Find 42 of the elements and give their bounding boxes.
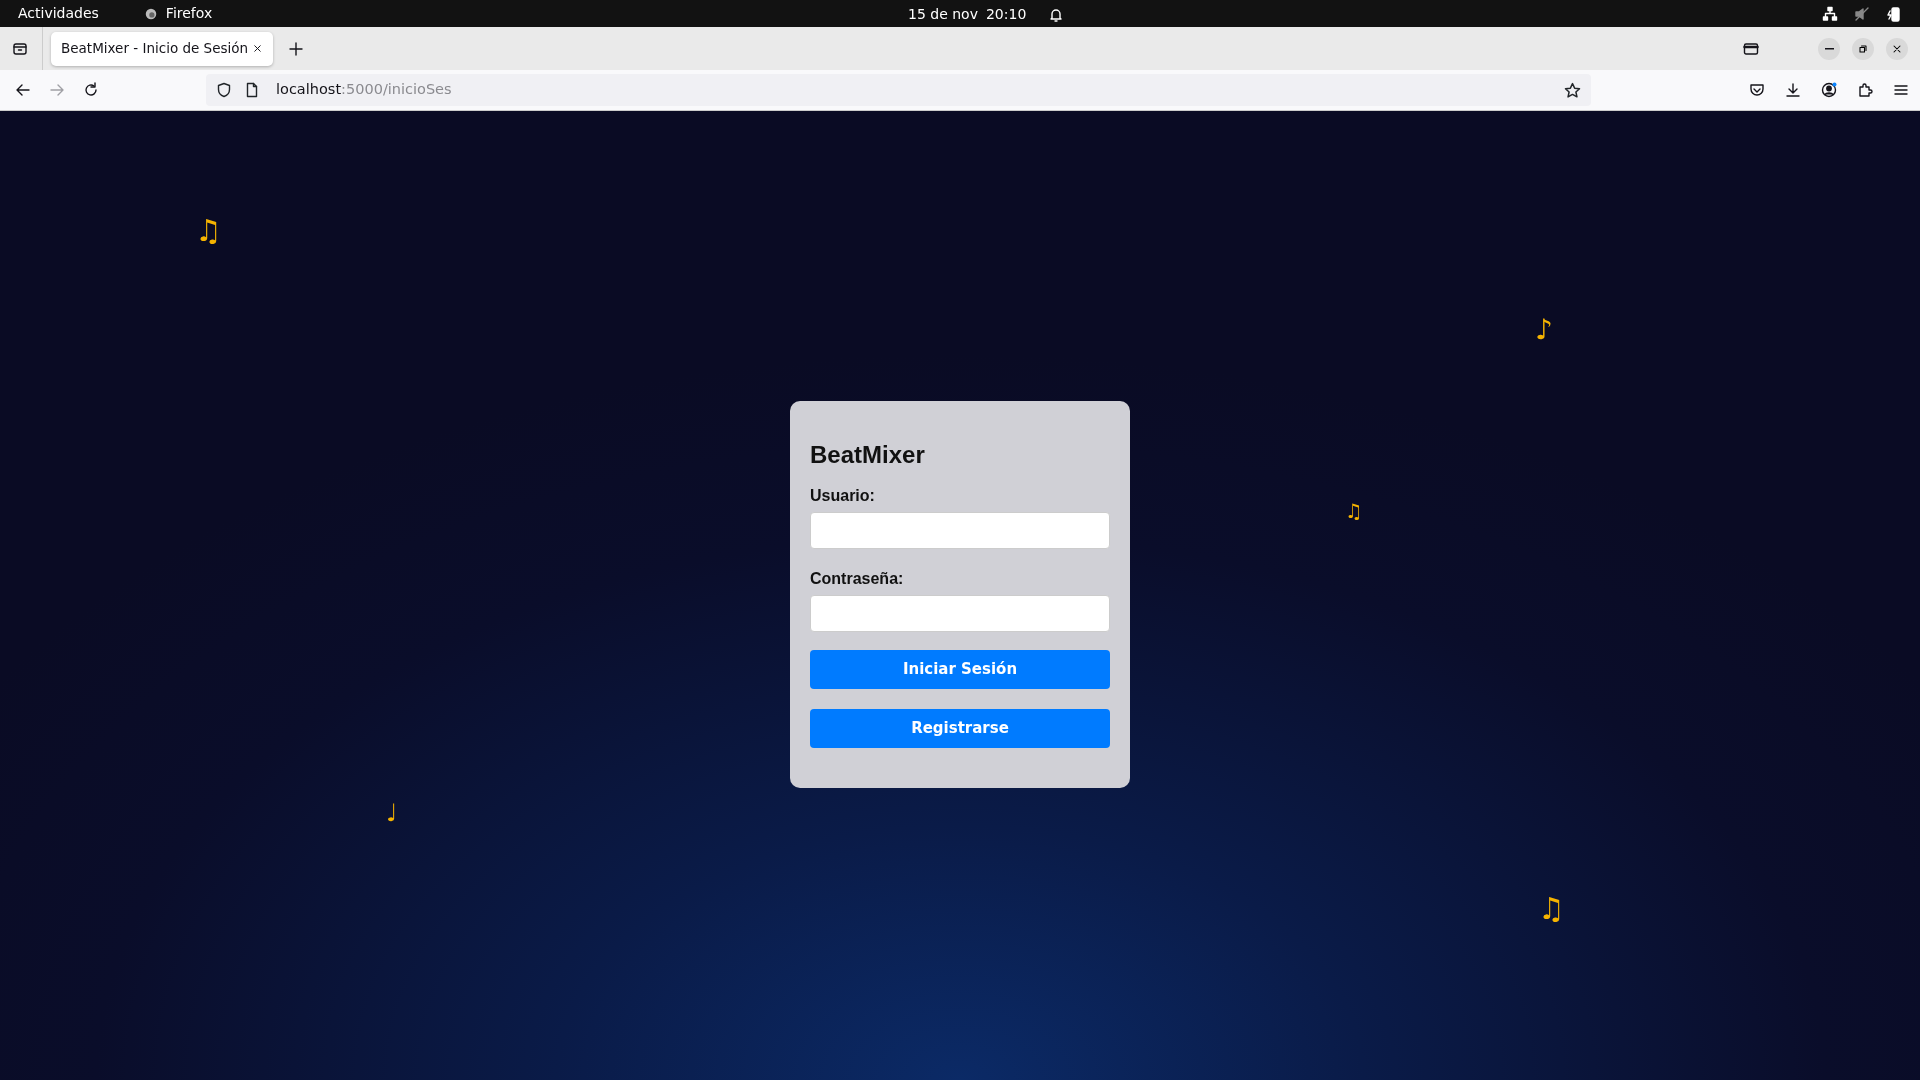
menu-icon [1893,82,1909,98]
window-icon [1743,40,1759,57]
music-note: ♫ [1345,501,1363,521]
restore-icon [1857,42,1869,55]
pocket-icon [1749,82,1765,98]
tray-icon [12,40,28,57]
battery-icon[interactable] [1886,5,1902,22]
clock-time: 20:10 [985,5,1027,24]
download-icon [1785,82,1801,98]
browser-tab[interactable]: BeatMixer - Inicio de Sesión [51,31,273,66]
register-button[interactable]: Registrarse [810,708,1110,748]
muted-speaker-icon[interactable] [1854,5,1870,22]
network-icon[interactable] [1822,5,1838,22]
puzzle-icon [1857,82,1873,98]
browser-logo-icon [143,6,158,21]
field-label: Usuario: [810,485,875,506]
activities-button[interactable]: Actividades [18,3,99,24]
app-menu[interactable]: Firefox [165,3,213,24]
shield-icon[interactable] [216,82,232,98]
back-arrow-icon [15,82,31,98]
minimize-button[interactable] [1818,37,1840,60]
login-button[interactable]: Iniciar Sesión [810,649,1110,689]
close-icon[interactable] [252,43,263,54]
music-note: ♪ [1535,316,1553,344]
forward-arrow-icon [49,82,65,98]
plus-icon [288,40,304,57]
music-note: ♩ [386,801,398,825]
input-field[interactable] [810,511,1110,549]
clock-date: 15 de nov [908,5,978,24]
minimize-icon [1824,47,1834,50]
music-note: ♫ [1538,894,1565,924]
restore-button[interactable] [1852,37,1874,60]
address-bar[interactable]: localhost:5000/inicioSes [206,74,1591,106]
input-field[interactable] [810,594,1110,632]
music-note: ♫ [195,216,222,246]
url-text: localhost:5000/inicioSes [276,80,452,100]
reload-icon [83,82,99,98]
page-icon[interactable] [244,82,260,98]
star-icon[interactable] [1564,81,1581,99]
login-title: BeatMixer [810,441,926,470]
account-icon [1821,82,1837,98]
field-label: Contraseña: [810,568,904,589]
